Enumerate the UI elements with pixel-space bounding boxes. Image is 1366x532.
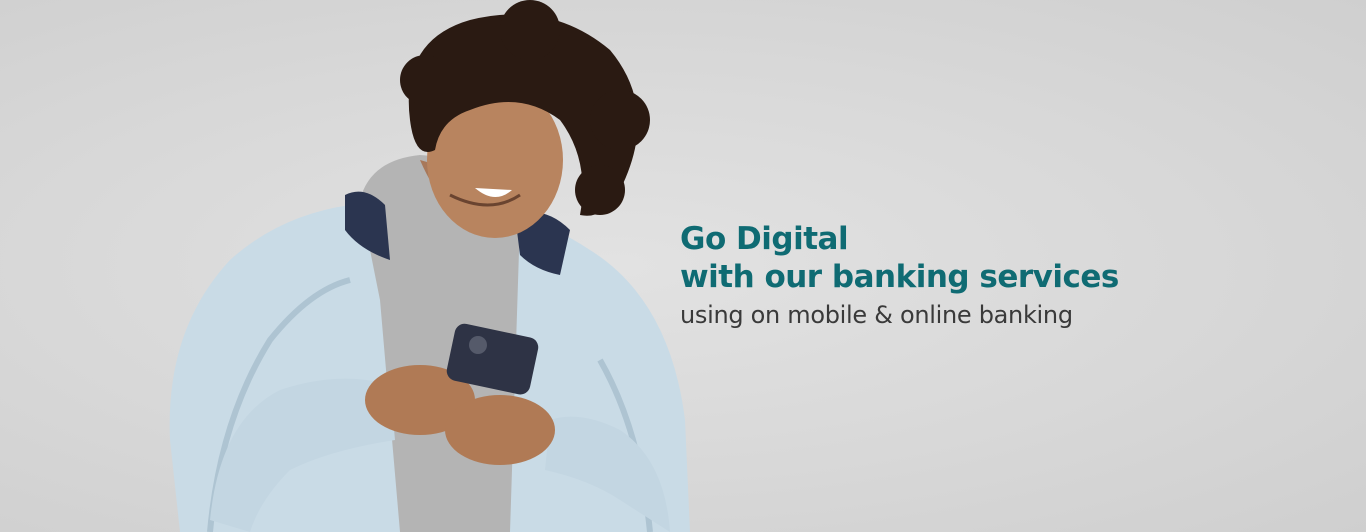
hero-photo-illustration (169, 0, 691, 532)
headline-line-1: Go Digital (680, 221, 849, 257)
hero-text-block: Go Digital with our banking services usi… (680, 220, 1200, 332)
hero-photo-person-with-phone (150, 0, 710, 532)
headline-line-2: with our banking services (680, 259, 1119, 295)
hero-headline: Go Digital with our banking services (680, 220, 1200, 296)
hero-banner: Go Digital with our banking services usi… (0, 0, 1366, 532)
hero-subheadline: using on mobile & online banking (680, 301, 1073, 329)
